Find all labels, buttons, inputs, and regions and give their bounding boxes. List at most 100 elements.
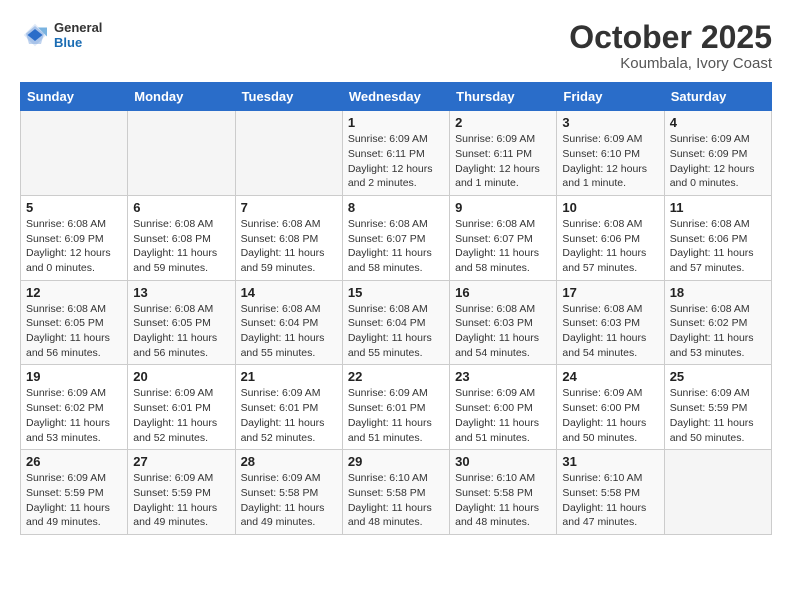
day-cell-27: 27Sunrise: 6:09 AM Sunset: 5:59 PM Dayli… bbox=[128, 450, 235, 535]
page-header: General Blue October 2025 Koumbala, Ivor… bbox=[20, 20, 772, 72]
day-cell-30: 30Sunrise: 6:10 AM Sunset: 5:58 PM Dayli… bbox=[450, 450, 557, 535]
day-cell-9: 9 Sunrise: 6:08 AM Sunset: 6:07 PM Daylig… bbox=[450, 195, 557, 280]
day-info: Sunrise: 6:08 AM Sunset: 6:02 PM Dayligh… bbox=[670, 302, 766, 361]
day-info: Sunrise: 6:08 AM Sunset: 6:04 PM Dayligh… bbox=[241, 302, 337, 361]
day-number: 19 bbox=[26, 369, 122, 384]
day-info: Sunrise: 6:08 AM Sunset: 6:06 PM Dayligh… bbox=[562, 217, 658, 276]
weekday-header-tuesday: Tuesday bbox=[235, 83, 342, 111]
day-info: Sunrise: 6:09 AM Sunset: 6:11 PM Dayligh… bbox=[455, 132, 551, 191]
day-number: 5 bbox=[26, 200, 122, 215]
day-info: Sunrise: 6:08 AM Sunset: 6:08 PM Dayligh… bbox=[133, 217, 229, 276]
day-number: 13 bbox=[133, 285, 229, 300]
logo: General Blue bbox=[20, 20, 102, 50]
day-info: Sunrise: 6:08 AM Sunset: 6:05 PM Dayligh… bbox=[133, 302, 229, 361]
day-number: 7 bbox=[241, 200, 337, 215]
title-area: October 2025 Koumbala, Ivory Coast bbox=[569, 20, 772, 72]
day-number: 11 bbox=[670, 200, 766, 215]
day-info: Sunrise: 6:08 AM Sunset: 6:07 PM Dayligh… bbox=[348, 217, 444, 276]
week-row-2: 5Sunrise: 6:08 AM Sunset: 6:09 PM Daylig… bbox=[21, 195, 772, 280]
day-info: Sunrise: 6:09 AM Sunset: 6:09 PM Dayligh… bbox=[670, 132, 766, 191]
day-cell-13: 13 Sunrise: 6:08 AM Sunset: 6:05 PM Dayli… bbox=[128, 280, 235, 365]
day-info: Sunrise: 6:10 AM Sunset: 5:58 PM Dayligh… bbox=[455, 471, 551, 530]
day-info: Sunrise: 6:10 AM Sunset: 5:58 PM Dayligh… bbox=[348, 471, 444, 530]
day-cell-12: 12Sunrise: 6:08 AM Sunset: 6:05 PM Dayli… bbox=[21, 280, 128, 365]
day-number: 25 bbox=[670, 369, 766, 384]
day-number: 10 bbox=[562, 200, 658, 215]
empty-cell bbox=[21, 111, 128, 196]
day-cell-2: 2 Sunrise: 6:09 AM Sunset: 6:11 PM Daylig… bbox=[450, 111, 557, 196]
day-number: 26 bbox=[26, 454, 122, 469]
day-info: Sunrise: 6:09 AM Sunset: 6:00 PM Dayligh… bbox=[562, 386, 658, 445]
day-number: 14 bbox=[241, 285, 337, 300]
weekday-header-sunday: Sunday bbox=[21, 83, 128, 111]
day-cell-16: 16 Sunrise: 6:08 AM Sunset: 6:03 PM Dayli… bbox=[450, 280, 557, 365]
day-number: 18 bbox=[670, 285, 766, 300]
day-info: Sunrise: 6:09 AM Sunset: 6:01 PM Dayligh… bbox=[241, 386, 337, 445]
day-cell-3: 3Sunrise: 6:09 AM Sunset: 6:10 PM Daylig… bbox=[557, 111, 664, 196]
day-number: 17 bbox=[562, 285, 658, 300]
day-cell-31: 31Sunrise: 6:10 AM Sunset: 5:58 PM Dayli… bbox=[557, 450, 664, 535]
day-info: Sunrise: 6:08 AM Sunset: 6:03 PM Dayligh… bbox=[562, 302, 658, 361]
day-number: 9 bbox=[455, 200, 551, 215]
day-cell-18: 18 Sunrise: 6:08 AM Sunset: 6:02 PM Dayli… bbox=[664, 280, 771, 365]
day-number: 21 bbox=[241, 369, 337, 384]
day-number: 23 bbox=[455, 369, 551, 384]
day-number: 16 bbox=[455, 285, 551, 300]
weekday-header-row: SundayMondayTuesdayWednesdayThursdayFrid… bbox=[21, 83, 772, 111]
day-info: Sunrise: 6:08 AM Sunset: 6:07 PM Dayligh… bbox=[455, 217, 551, 276]
day-cell-29: 29 Sunrise: 6:10 AM Sunset: 5:58 PM Dayli… bbox=[342, 450, 449, 535]
day-number: 1 bbox=[348, 115, 444, 130]
day-number: 2 bbox=[455, 115, 551, 130]
day-cell-1: 1 Sunrise: 6:09 AM Sunset: 6:11 PM Daylig… bbox=[342, 111, 449, 196]
day-cell-17: 17 Sunrise: 6:08 AM Sunset: 6:03 PM Dayli… bbox=[557, 280, 664, 365]
weekday-header-friday: Friday bbox=[557, 83, 664, 111]
day-cell-15: 15Sunrise: 6:08 AM Sunset: 6:04 PM Dayli… bbox=[342, 280, 449, 365]
day-info: Sunrise: 6:09 AM Sunset: 5:59 PM Dayligh… bbox=[670, 386, 766, 445]
day-number: 22 bbox=[348, 369, 444, 384]
day-cell-11: 11 Sunrise: 6:08 AM Sunset: 6:06 PM Dayli… bbox=[664, 195, 771, 280]
day-cell-22: 22 Sunrise: 6:09 AM Sunset: 6:01 PM Dayli… bbox=[342, 365, 449, 450]
weekday-header-monday: Monday bbox=[128, 83, 235, 111]
day-number: 6 bbox=[133, 200, 229, 215]
weekday-header-wednesday: Wednesday bbox=[342, 83, 449, 111]
day-info: Sunrise: 6:08 AM Sunset: 6:08 PM Dayligh… bbox=[241, 217, 337, 276]
day-info: Sunrise: 6:08 AM Sunset: 6:06 PM Dayligh… bbox=[670, 217, 766, 276]
day-number: 4 bbox=[670, 115, 766, 130]
day-info: Sunrise: 6:08 AM Sunset: 6:05 PM Dayligh… bbox=[26, 302, 122, 361]
week-row-5: 26 Sunrise: 6:09 AM Sunset: 5:59 PM Dayli… bbox=[21, 450, 772, 535]
day-cell-14: 14 Sunrise: 6:08 AM Sunset: 6:04 PM Dayli… bbox=[235, 280, 342, 365]
day-number: 15 bbox=[348, 285, 444, 300]
day-cell-21: 21 Sunrise: 6:09 AM Sunset: 6:01 PM Dayli… bbox=[235, 365, 342, 450]
day-number: 28 bbox=[241, 454, 337, 469]
day-info: Sunrise: 6:09 AM Sunset: 6:11 PM Dayligh… bbox=[348, 132, 444, 191]
day-number: 8 bbox=[348, 200, 444, 215]
day-info: Sunrise: 6:09 AM Sunset: 5:59 PM Dayligh… bbox=[26, 471, 122, 530]
day-number: 24 bbox=[562, 369, 658, 384]
week-row-3: 12Sunrise: 6:08 AM Sunset: 6:05 PM Dayli… bbox=[21, 280, 772, 365]
day-info: Sunrise: 6:09 AM Sunset: 6:02 PM Dayligh… bbox=[26, 386, 122, 445]
empty-cell bbox=[664, 450, 771, 535]
logo-icon bbox=[20, 20, 50, 50]
weekday-header-thursday: Thursday bbox=[450, 83, 557, 111]
day-cell-20: 20Sunrise: 6:09 AM Sunset: 6:01 PM Dayli… bbox=[128, 365, 235, 450]
day-number: 31 bbox=[562, 454, 658, 469]
day-cell-10: 10 Sunrise: 6:08 AM Sunset: 6:06 PM Dayli… bbox=[557, 195, 664, 280]
day-info: Sunrise: 6:09 AM Sunset: 5:58 PM Dayligh… bbox=[241, 471, 337, 530]
month-title: October 2025 bbox=[569, 20, 772, 55]
day-info: Sunrise: 6:09 AM Sunset: 6:10 PM Dayligh… bbox=[562, 132, 658, 191]
day-info: Sunrise: 6:09 AM Sunset: 5:59 PM Dayligh… bbox=[133, 471, 229, 530]
day-cell-28: 28 Sunrise: 6:09 AM Sunset: 5:58 PM Dayli… bbox=[235, 450, 342, 535]
day-info: Sunrise: 6:09 AM Sunset: 6:01 PM Dayligh… bbox=[348, 386, 444, 445]
day-cell-23: 23 Sunrise: 6:09 AM Sunset: 6:00 PM Dayli… bbox=[450, 365, 557, 450]
day-cell-6: 6 Sunrise: 6:08 AM Sunset: 6:08 PM Daylig… bbox=[128, 195, 235, 280]
day-cell-19: 19 Sunrise: 6:09 AM Sunset: 6:02 PM Dayli… bbox=[21, 365, 128, 450]
day-info: Sunrise: 6:09 AM Sunset: 6:00 PM Dayligh… bbox=[455, 386, 551, 445]
week-row-1: 1 Sunrise: 6:09 AM Sunset: 6:11 PM Daylig… bbox=[21, 111, 772, 196]
day-number: 29 bbox=[348, 454, 444, 469]
day-info: Sunrise: 6:09 AM Sunset: 6:01 PM Dayligh… bbox=[133, 386, 229, 445]
day-cell-5: 5Sunrise: 6:08 AM Sunset: 6:09 PM Daylig… bbox=[21, 195, 128, 280]
empty-cell bbox=[128, 111, 235, 196]
day-cell-24: 24 Sunrise: 6:09 AM Sunset: 6:00 PM Dayli… bbox=[557, 365, 664, 450]
day-cell-4: 4 Sunrise: 6:09 AM Sunset: 6:09 PM Daylig… bbox=[664, 111, 771, 196]
day-info: Sunrise: 6:08 AM Sunset: 6:03 PM Dayligh… bbox=[455, 302, 551, 361]
